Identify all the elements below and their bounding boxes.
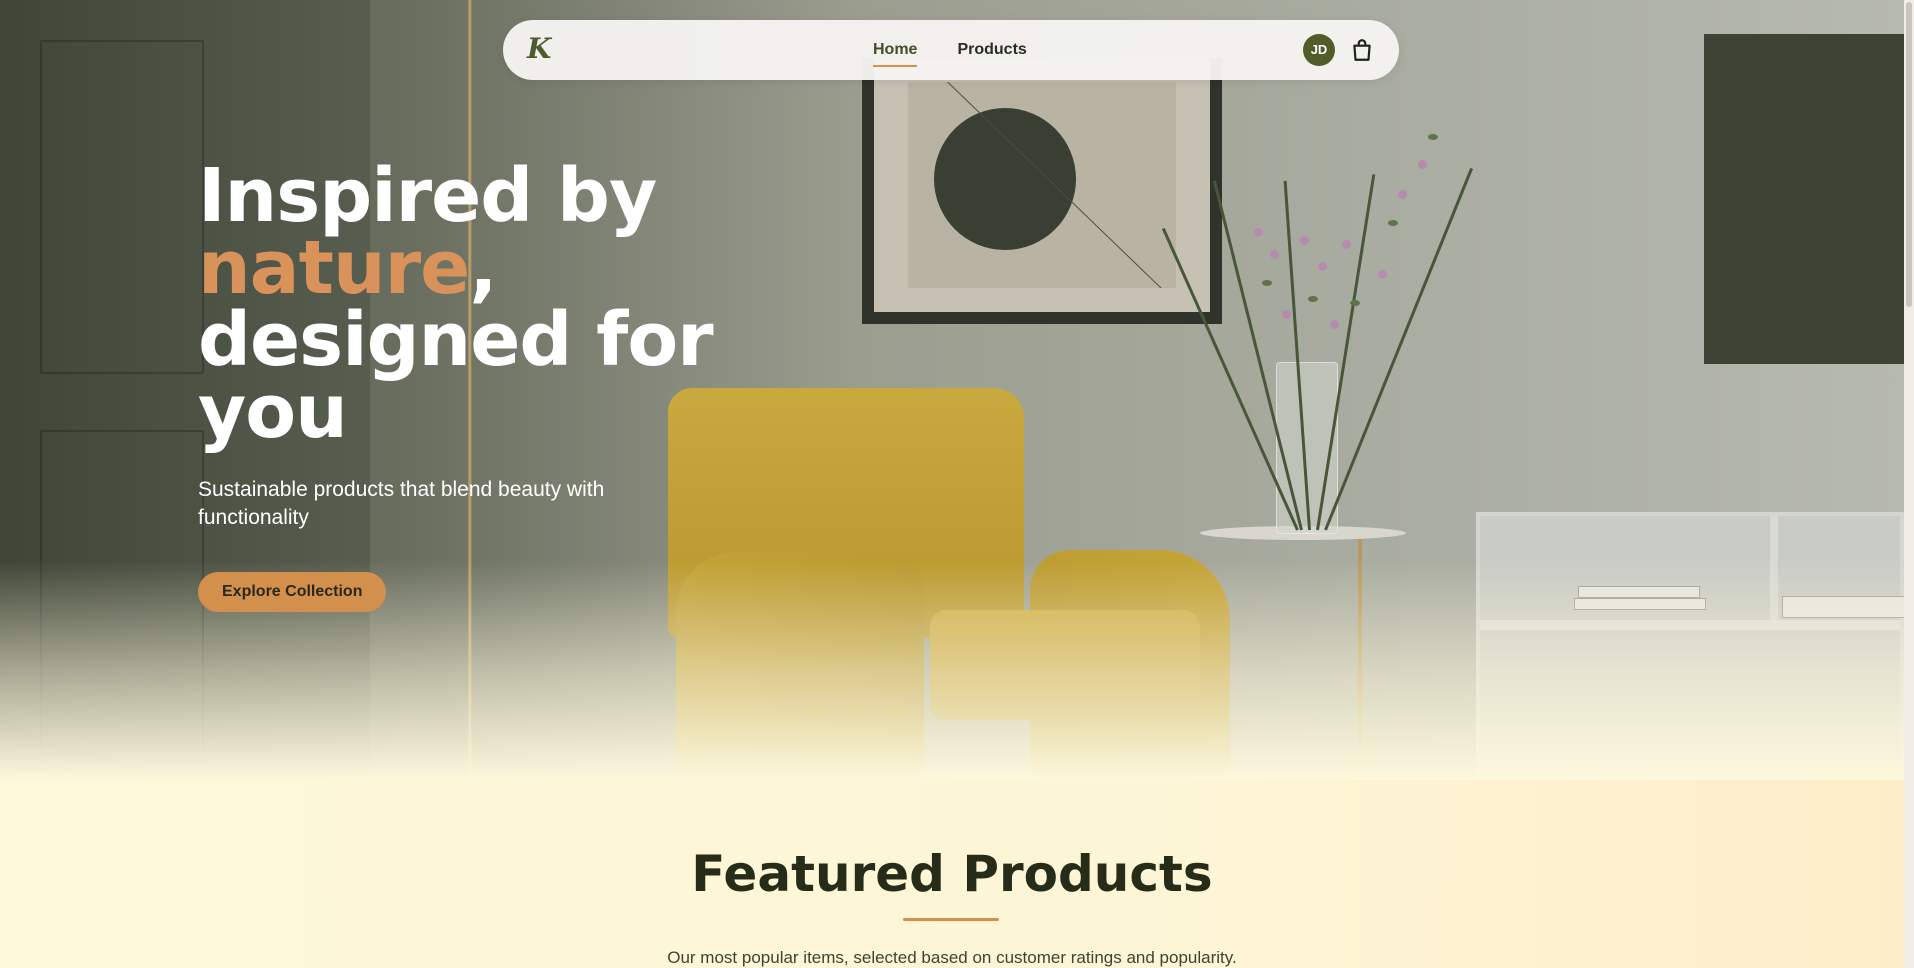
- page-scrollbar[interactable]: [1904, 0, 1914, 968]
- hero-title: Inspired by nature, designed for you: [198, 153, 714, 455]
- explore-collection-button[interactable]: Explore Collection: [198, 572, 387, 612]
- hero-subtitle: Sustainable products that blend beauty w…: [198, 478, 605, 529]
- hero-content: Inspired by nature, designed for you Sus…: [198, 153, 718, 612]
- nav-links: Home Products: [873, 20, 1027, 80]
- featured-products-section: Featured Products Our most popular items…: [0, 780, 1904, 968]
- scrollbar-thumb[interactable]: [1906, 2, 1912, 307]
- top-navigation: K Home Products JD: [503, 20, 1399, 80]
- user-avatar[interactable]: JD: [1303, 34, 1335, 66]
- hero-section: Inspired by nature, designed for you Sus…: [0, 0, 1904, 780]
- title-underline-divider: [903, 918, 999, 921]
- wall-art-frame: [862, 58, 1222, 324]
- shopping-bag-icon[interactable]: [1349, 37, 1375, 63]
- brand-logo[interactable]: K: [527, 32, 551, 66]
- featured-title: Featured Products: [691, 845, 1213, 903]
- page: Inspired by nature, designed for you Sus…: [0, 0, 1904, 968]
- nav-link-home[interactable]: Home: [873, 40, 918, 67]
- nav-link-products[interactable]: Products: [957, 40, 1026, 60]
- wall-dark-panel: [1704, 34, 1904, 364]
- featured-subtitle: Our most popular items, selected based o…: [667, 948, 1237, 967]
